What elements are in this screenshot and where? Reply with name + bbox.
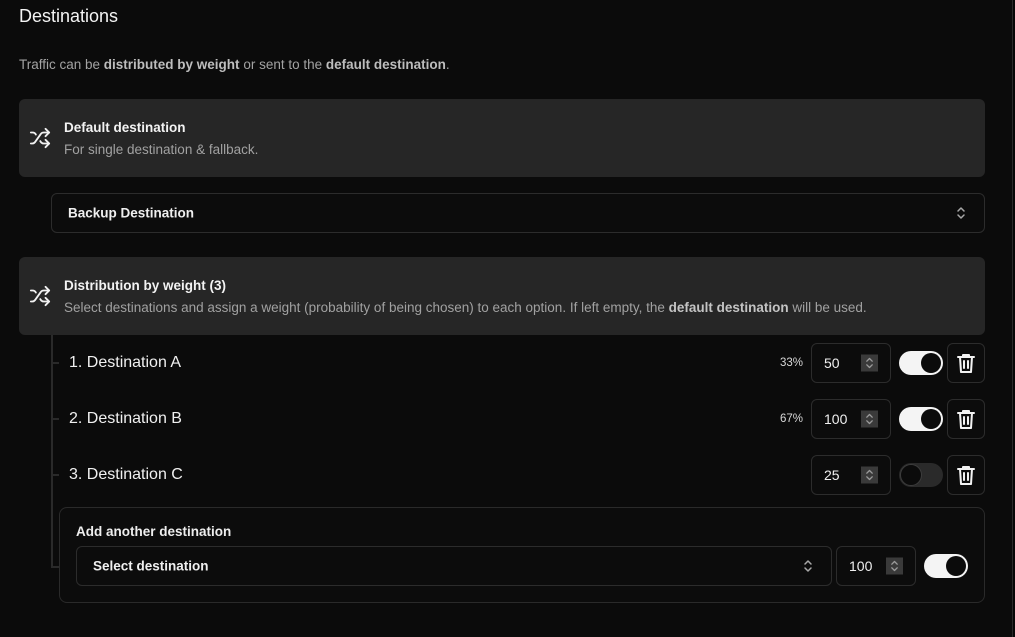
toggle-knob	[921, 353, 941, 373]
weight-stepper[interactable]	[886, 557, 903, 575]
add-destination-card: Add another destination Select destinati…	[59, 507, 985, 603]
destination-enabled-toggle[interactable]	[899, 351, 943, 375]
delete-destination-button[interactable]	[947, 455, 985, 495]
chevrons-up-down-icon	[804, 560, 812, 572]
add-destination-select[interactable]: Select destination	[76, 546, 832, 586]
weight-value: 25	[824, 467, 840, 483]
add-destination-enabled-toggle[interactable]	[924, 554, 968, 578]
default-destination-select[interactable]: Backup Destination	[51, 193, 985, 233]
shuffle-icon	[29, 285, 51, 307]
toggle-knob	[900, 464, 922, 486]
default-destination-title: Default destination	[64, 120, 186, 135]
intro-part: or sent to the	[239, 57, 326, 72]
weight-input[interactable]: 25	[811, 455, 891, 495]
intro-bold-weight: distributed by weight	[103, 57, 240, 72]
subtitle-part: will be used.	[788, 300, 867, 315]
intro-part: Traffic can be	[19, 57, 104, 72]
destination-row: 2. Destination B 67% 100	[0, 399, 1015, 439]
weight-stepper[interactable]	[861, 410, 878, 428]
trash-icon	[957, 466, 975, 485]
weight-input[interactable]: 50	[811, 343, 891, 383]
toggle-knob	[921, 409, 941, 429]
destination-name: 1. Destination A	[69, 354, 182, 371]
weight-value: 100	[824, 411, 848, 427]
add-destination-select-placeholder: Select destination	[93, 558, 209, 574]
weight-input[interactable]: 100	[811, 399, 891, 439]
delete-destination-button[interactable]	[947, 343, 985, 383]
distribution-by-weight-card: Distribution by weight (3) Select destin…	[19, 257, 985, 335]
distribution-by-weight-subtitle: Select destinations and assign a weight …	[64, 300, 867, 315]
chevrons-up-down-icon	[866, 357, 873, 369]
chevrons-up-down-icon	[866, 469, 873, 481]
weight-value: 50	[824, 355, 840, 371]
chevrons-up-down-icon	[891, 560, 898, 572]
trash-icon	[957, 354, 975, 373]
weight-value: 100	[849, 558, 873, 574]
toggle-knob	[946, 556, 966, 576]
destination-percent: 67%	[779, 413, 803, 425]
intro-part: .	[445, 57, 450, 72]
page-title: Destinations	[19, 6, 119, 26]
destination-percent: 33%	[779, 357, 803, 369]
trash-icon	[957, 410, 975, 429]
default-destination-card: Default destination For single destinati…	[19, 99, 985, 177]
destination-name: 3. Destination C	[69, 466, 183, 483]
destination-enabled-toggle[interactable]	[899, 407, 943, 431]
default-destination-select-value: Backup Destination	[68, 205, 195, 221]
add-destination-title: Add another destination	[76, 524, 232, 539]
subtitle-bold-default: default destination	[668, 300, 789, 315]
destinations-page: Destinations Traffic can be distributed …	[0, 0, 1015, 637]
add-destination-weight-input[interactable]: 100	[836, 546, 916, 586]
destination-row: 1. Destination A 33% 50	[0, 343, 1015, 383]
delete-destination-button[interactable]	[947, 399, 985, 439]
distribution-by-weight-title: Distribution by weight (3)	[64, 278, 226, 293]
shuffle-icon	[29, 127, 51, 149]
destination-enabled-toggle[interactable]	[899, 463, 943, 487]
subtitle-part: Select destinations and assign a weight …	[64, 300, 669, 315]
destination-row: 3. Destination C 25	[0, 455, 1015, 495]
weight-stepper[interactable]	[861, 354, 878, 372]
intro-bold-default: default destination	[325, 57, 446, 72]
default-destination-subtitle: For single destination & fallback.	[64, 142, 259, 157]
chevrons-up-down-icon	[957, 207, 965, 219]
chevrons-up-down-icon	[866, 413, 873, 425]
intro-text: Traffic can be distributed by weight or …	[19, 57, 450, 72]
weight-stepper[interactable]	[861, 466, 878, 484]
destination-name: 2. Destination B	[69, 410, 182, 427]
